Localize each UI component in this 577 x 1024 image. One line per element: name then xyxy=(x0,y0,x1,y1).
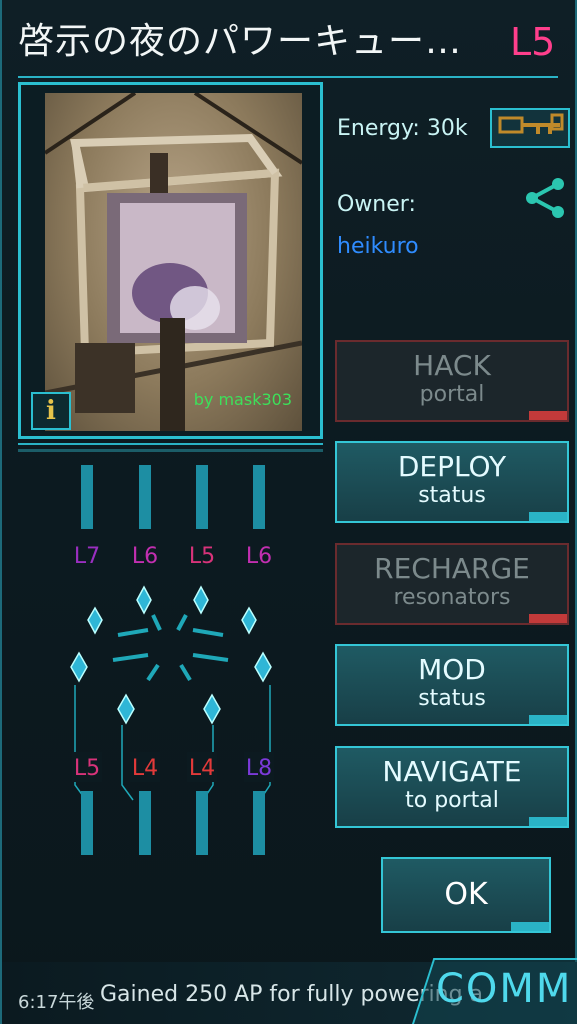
bottom-resonator-bar[interactable] xyxy=(253,791,265,855)
owner-name[interactable]: heikuro xyxy=(337,234,419,259)
top-resonator-bar[interactable] xyxy=(253,465,265,529)
top-resonator-level: L5 xyxy=(189,544,215,569)
portal-photo-frame[interactable]: by mask303 i xyxy=(18,82,323,439)
bottom-resonator-level: L5 xyxy=(74,756,100,781)
portal-photo-image xyxy=(45,93,302,431)
photo-divider-thick xyxy=(18,449,323,452)
bottom-resonator-level: L4 xyxy=(132,756,158,781)
hack-portal-button[interactable]: HACK portal xyxy=(335,340,569,422)
hack-button-sublabel: portal xyxy=(419,382,485,407)
top-resonator-level: L7 xyxy=(74,544,100,569)
mod-button-label: MOD xyxy=(418,653,486,686)
portal-title: 啓示の夜のパワーキュー… xyxy=(18,21,463,62)
info-button[interactable]: i xyxy=(31,392,71,430)
deploy-button-label: DEPLOY xyxy=(397,450,507,483)
portal-photo[interactable]: by mask303 xyxy=(45,93,302,431)
bottom-resonator-bar[interactable] xyxy=(139,791,151,855)
portal-dialog: 啓示の夜のパワーキュー… L5 by mask303 i Energy: 30k… xyxy=(0,0,577,1024)
mod-button-sublabel: status xyxy=(418,686,486,711)
button-corner xyxy=(529,614,567,623)
ok-button-label: OK xyxy=(444,877,488,912)
navigate-button-label: NAVIGATE xyxy=(382,755,522,788)
info-icon: i xyxy=(46,396,56,426)
top-resonator-bar[interactable] xyxy=(81,465,93,529)
top-resonator-bar[interactable] xyxy=(139,465,151,529)
photo-divider xyxy=(18,443,323,445)
ok-button[interactable]: OK xyxy=(381,857,551,933)
mod-status-button[interactable]: MOD status xyxy=(335,644,569,726)
deploy-button-sublabel: status xyxy=(418,483,486,508)
bottom-resonator-bar[interactable] xyxy=(81,791,93,855)
share-icon[interactable] xyxy=(522,175,568,221)
energy-label: Energy: xyxy=(337,116,420,141)
bottom-resonator-level: L4 xyxy=(189,756,215,781)
key-icon xyxy=(498,113,564,134)
navigate-button-sublabel: to portal xyxy=(405,788,499,813)
hack-button-label: HACK xyxy=(413,349,491,382)
button-corner xyxy=(529,715,567,724)
status-time: 6:17午後 xyxy=(18,992,95,1013)
resonator-diagram[interactable]: L7 L6 L5 L6 L5 L4 L4 L8 xyxy=(18,455,323,875)
portal-level: L5 xyxy=(510,20,556,64)
bottom-resonator-level: L8 xyxy=(246,756,272,781)
resonators-bottom-row: L5 L4 L4 L8 xyxy=(72,752,274,855)
recharge-button-sublabel: resonators xyxy=(393,585,511,610)
owner-label: Owner: xyxy=(337,192,416,217)
resonators-top-row: L7 L6 L5 L6 xyxy=(72,465,274,570)
energy-readout: Energy: 30k xyxy=(337,116,468,141)
comm-label[interactable]: COMM xyxy=(436,966,572,1012)
title-divider xyxy=(18,76,558,78)
button-corner xyxy=(529,512,567,521)
photo-credit: by mask303 xyxy=(193,390,292,409)
button-corner xyxy=(511,922,549,931)
energy-value: 30k xyxy=(426,116,468,141)
button-corner xyxy=(529,411,567,420)
navigate-to-portal-button[interactable]: NAVIGATE to portal xyxy=(335,746,569,828)
top-resonator-level: L6 xyxy=(132,544,158,569)
top-resonator-bar[interactable] xyxy=(196,465,208,529)
button-corner xyxy=(529,817,567,826)
recharge-resonators-button[interactable]: RECHARGE resonators xyxy=(335,543,569,625)
deploy-status-button[interactable]: DEPLOY status xyxy=(335,441,569,523)
bottom-resonator-bar[interactable] xyxy=(196,791,208,855)
portal-key-button[interactable] xyxy=(490,108,570,148)
top-resonator-level: L6 xyxy=(246,544,272,569)
recharge-button-label: RECHARGE xyxy=(374,552,530,585)
